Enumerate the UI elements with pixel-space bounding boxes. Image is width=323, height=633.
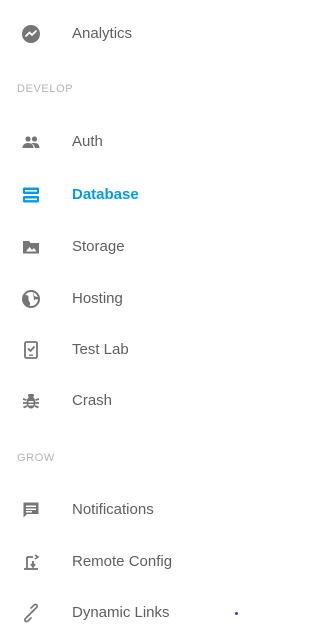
test-lab-device-icon	[21, 340, 41, 360]
people-icon	[21, 132, 41, 152]
sidebar-item-auth[interactable]: Auth	[0, 122, 300, 162]
chat-message-icon	[21, 500, 41, 520]
image-folder-icon	[21, 237, 41, 257]
link-icon	[21, 603, 41, 623]
sidebar-item-label: Remote Config	[72, 553, 173, 570]
database-icon	[21, 185, 41, 205]
bug-icon	[21, 391, 41, 411]
sidebar-item-label: Crash	[72, 392, 113, 409]
sidebar-item-label: Notifications	[72, 501, 154, 518]
sidebar-item-remote-config[interactable]: Remote Config	[0, 542, 300, 582]
sidebar-item-storage[interactable]: Storage	[0, 227, 300, 267]
section-header-grow: GROW	[17, 452, 55, 464]
sidebar-item-analytics[interactable]: Analytics	[0, 14, 300, 54]
sidebar-item-label: Database	[72, 186, 139, 203]
remote-config-icon	[21, 552, 41, 572]
indicator-dot	[235, 612, 238, 615]
sidebar-item-test-lab[interactable]: Test Lab	[0, 330, 300, 370]
sidebar-item-label: Dynamic Links	[72, 604, 170, 621]
sidebar-item-crash[interactable]: Crash	[0, 381, 300, 421]
sidebar-nav: Analytics DEVELOP Auth Database Storage …	[0, 0, 323, 626]
sidebar-item-label: Hosting	[72, 290, 123, 307]
sidebar-item-hosting[interactable]: Hosting	[0, 279, 300, 319]
sidebar-item-label: Analytics	[72, 25, 133, 42]
analytics-icon	[21, 24, 41, 44]
sidebar-item-dynamic-links[interactable]: Dynamic Links	[0, 593, 300, 633]
sidebar-item-label: Test Lab	[72, 341, 129, 358]
globe-icon	[21, 289, 41, 309]
sidebar-item-notifications[interactable]: Notifications	[0, 490, 300, 530]
sidebar-item-label: Auth	[72, 133, 103, 150]
sidebar-item-database[interactable]: Database	[0, 175, 300, 215]
sidebar-item-label: Storage	[72, 238, 125, 255]
section-header-develop: DEVELOP	[17, 83, 74, 95]
